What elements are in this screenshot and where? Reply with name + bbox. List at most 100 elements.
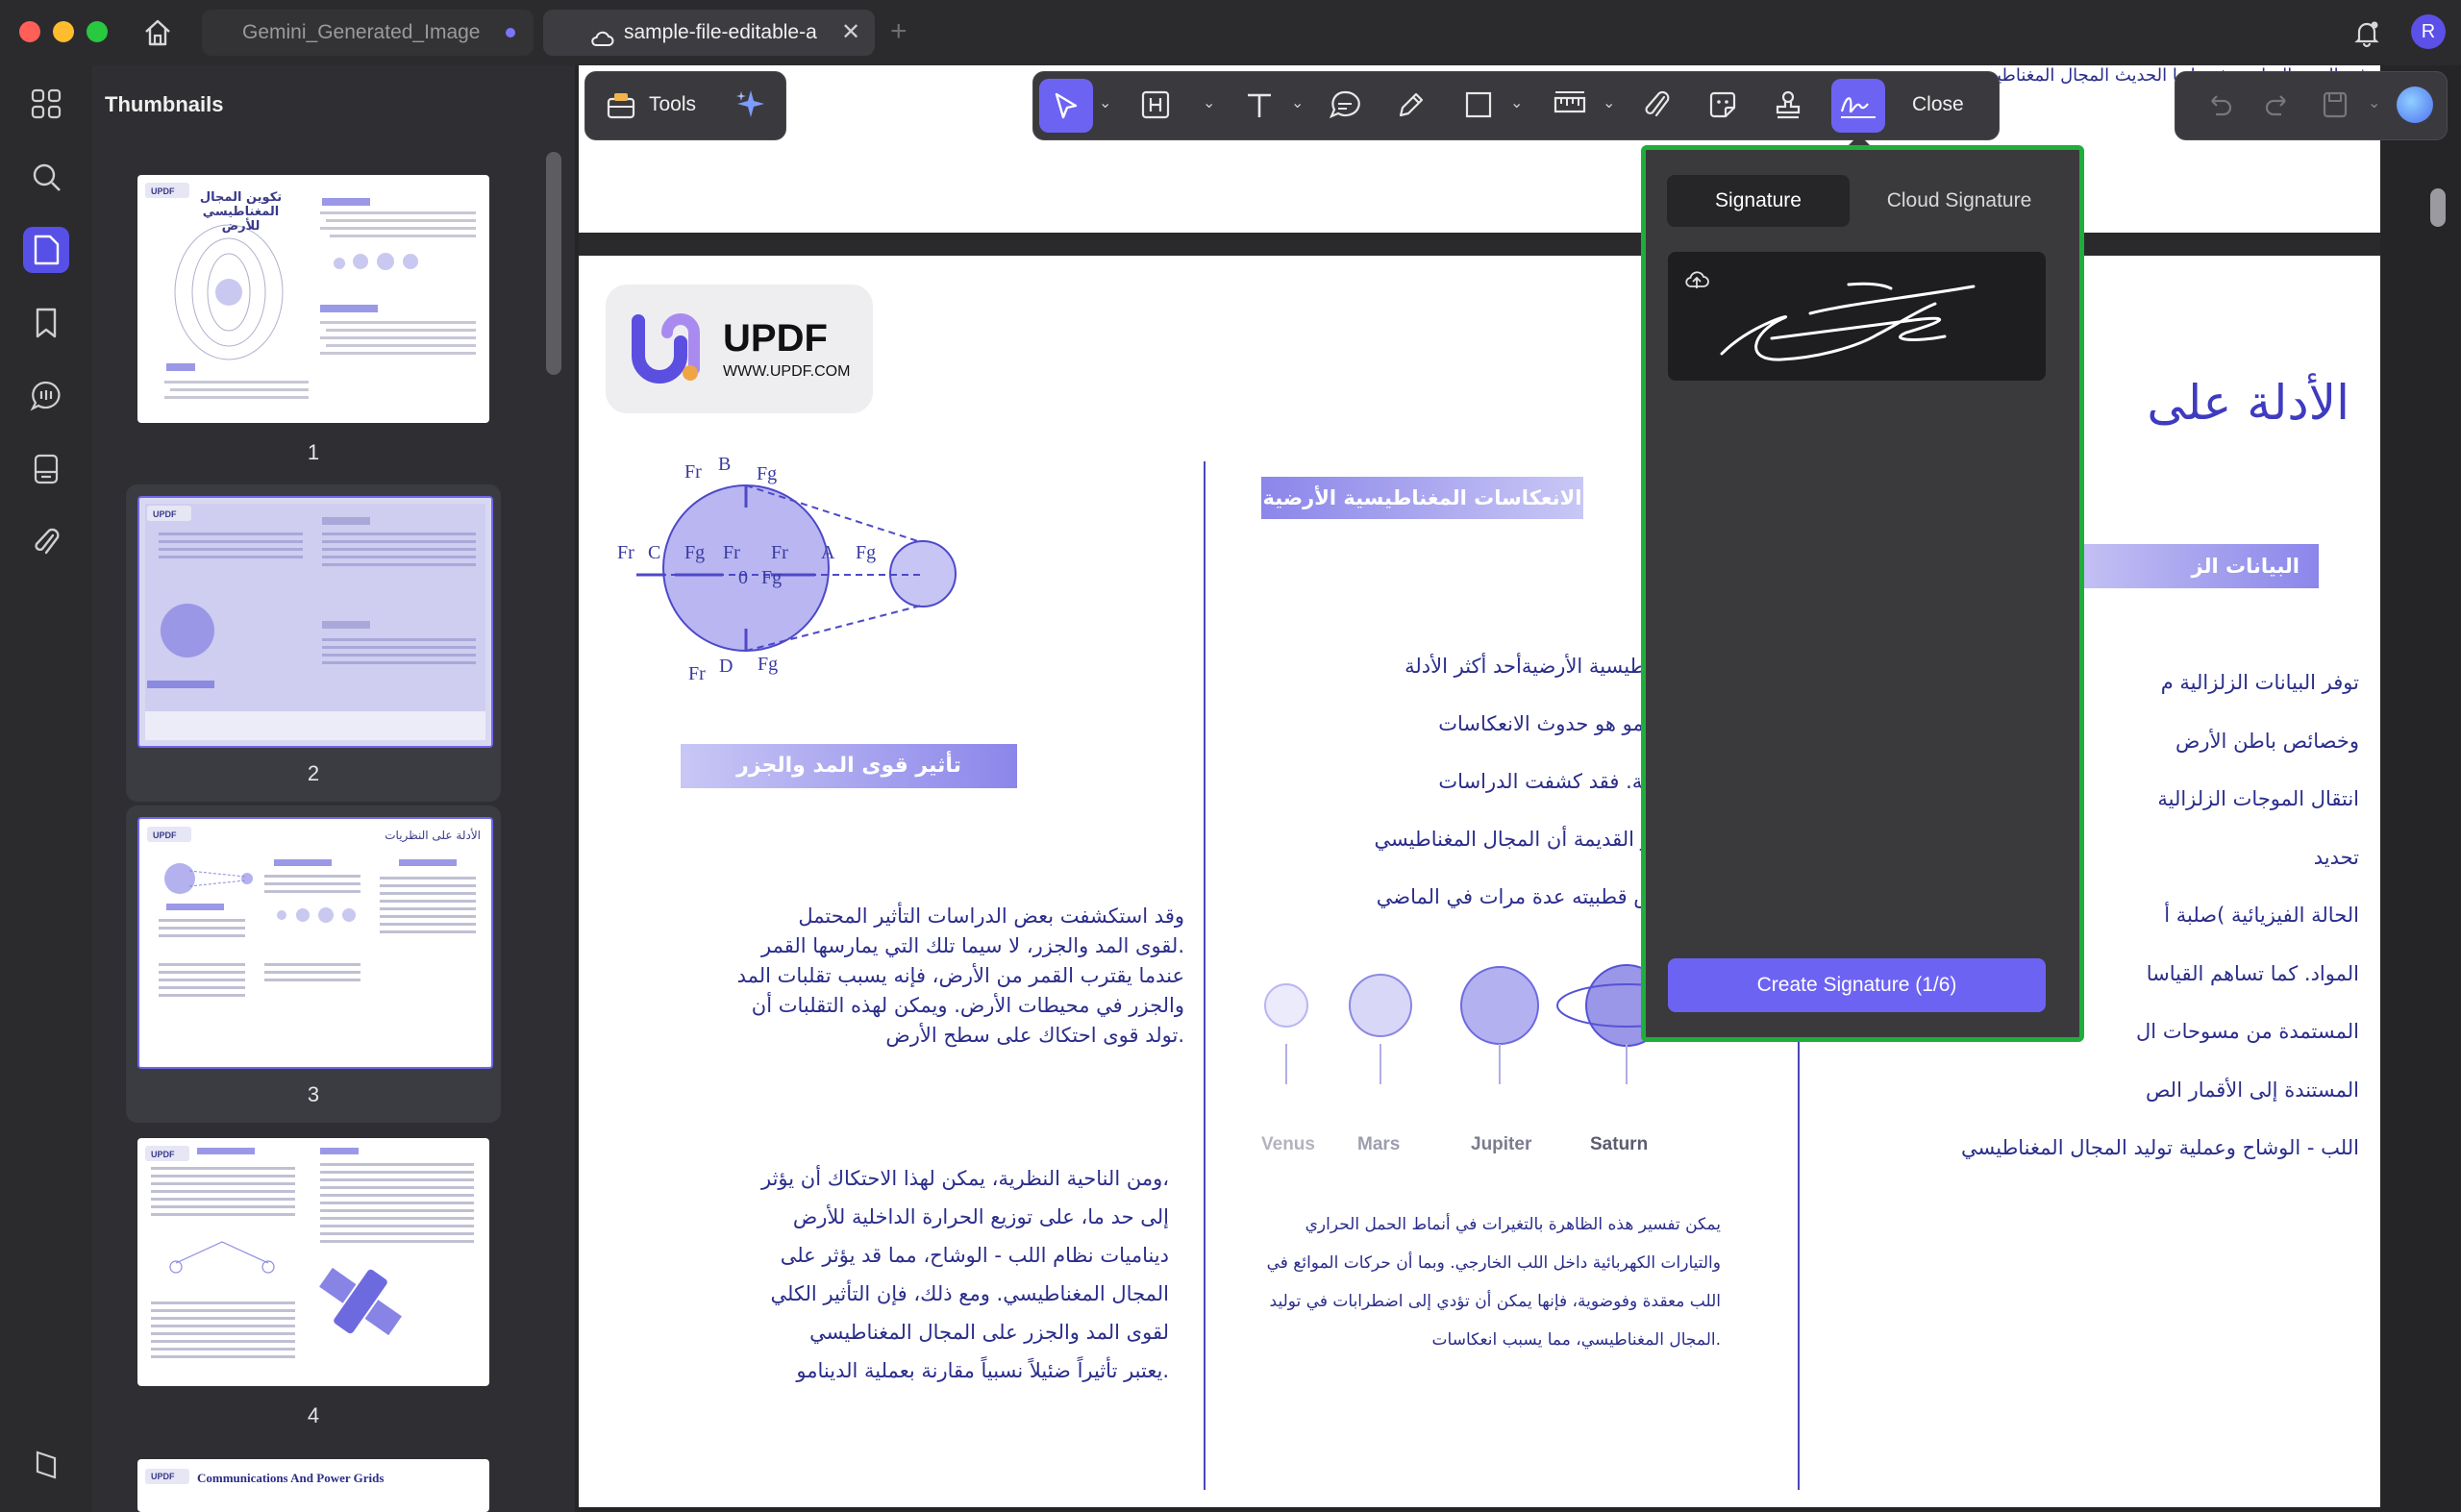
apps-grid-icon[interactable]: [23, 81, 69, 127]
ai-assistant-icon[interactable]: [2397, 87, 2433, 123]
text-line: اللب - الوشاح وعملية توليد المجال المغنا…: [1961, 1136, 2359, 1159]
svg-text:UPDF: UPDF: [153, 830, 177, 840]
diagram-label-fr: Fr: [723, 542, 740, 563]
tab-label: sample-file-editable-a: [624, 21, 817, 43]
thumbnail-page-4[interactable]: UPDF: [137, 1138, 489, 1386]
stamp-icon[interactable]: [1772, 88, 1804, 126]
comment-icon[interactable]: [1328, 88, 1362, 126]
diagram-label-fr: Fr: [771, 542, 788, 563]
chevron-down-icon[interactable]: ⌄: [1510, 93, 1523, 112]
layers-toggle-icon[interactable]: [23, 1442, 69, 1488]
ai-sparkle-icon[interactable]: [733, 87, 768, 122]
comments-icon[interactable]: [23, 373, 69, 419]
signature-tool-button[interactable]: [1831, 79, 1885, 133]
close-toolbar-button[interactable]: Close: [1912, 93, 1964, 116]
chevron-down-icon[interactable]: ⌄: [1603, 93, 1615, 112]
text-line: .تولد قوى احتكاك على سطح الأرض: [885, 1024, 1184, 1047]
svg-text:UPDF: UPDF: [151, 186, 175, 196]
tab-cloud-signature[interactable]: Cloud Signature: [1859, 175, 2059, 227]
document-icon[interactable]: [23, 446, 69, 492]
chevron-down-icon[interactable]: ⌄: [2368, 93, 2380, 112]
thumbnails-icon[interactable]: [23, 227, 69, 273]
attach-file-icon[interactable]: [1641, 88, 1674, 126]
thumbnail-page-number: 2: [307, 761, 320, 785]
text-box-icon[interactable]: [1139, 88, 1172, 126]
saved-signature-card[interactable]: [1668, 252, 2046, 381]
user-avatar[interactable]: R: [2411, 14, 2446, 49]
text-line: ،ومن الناحية النظرية، يمكن لهذا الاحتكاك…: [760, 1167, 1169, 1190]
tools-label[interactable]: Tools: [649, 93, 696, 116]
chevron-down-icon[interactable]: ⌄: [1099, 93, 1111, 112]
tab-close-icon[interactable]: ✕: [841, 10, 860, 56]
svg-text:UPDF: UPDF: [153, 509, 177, 519]
tidal-heading: تأثير قوى المد والجزر: [681, 744, 1017, 788]
tab-label: Gemini_Generated_Image: [242, 21, 481, 43]
search-icon[interactable]: [23, 154, 69, 200]
thumbnail-page-3[interactable]: UPDF الأدلة على النظريات: [137, 817, 493, 1069]
updf-logo: UPDF WWW.UPDF.COM: [606, 285, 873, 413]
tab-signature[interactable]: Signature: [1667, 175, 1850, 227]
bookmark-icon[interactable]: [23, 300, 69, 346]
cloud-icon: [589, 21, 614, 46]
chevron-down-icon[interactable]: ⌄: [1203, 93, 1215, 112]
annotation-toolbar: ⌄ ⌄ ⌄ ⌄ ⌄ Close: [1032, 71, 2000, 140]
text-line: ديناميات نظام اللب - الوشاح، مما قد يؤثر…: [780, 1244, 1169, 1267]
text-line: المستندة إلى الأقمار الص: [2145, 1078, 2359, 1102]
text-line: والتيارات الكهربائية داخل اللب الخارجي. …: [1266, 1253, 1721, 1273]
text-line: إلى حد ما، على توزيع الحرارة الداخلية لل…: [792, 1205, 1169, 1228]
text-line: .لقوى المد والجزر، لا سيما تلك التي يمار…: [760, 934, 1184, 957]
text-line: وقد استكشفت بعض الدراسات التأثير المحتمل: [798, 905, 1184, 928]
thumbnail-page-5[interactable]: UPDF Communications And Power Grids: [137, 1459, 489, 1512]
thumbnail-page-number: 1: [307, 440, 320, 464]
toolbox-icon[interactable]: [605, 88, 637, 121]
thumbnail-page-2[interactable]: UPDF: [137, 496, 493, 748]
redo-icon[interactable]: [2262, 89, 2293, 125]
thumbnail-heading: Communications And Power Grids: [197, 1471, 385, 1485]
planet-label-saturn: Saturn: [1590, 1134, 1649, 1154]
pencil-icon[interactable]: [1395, 88, 1428, 126]
attachment-icon[interactable]: [23, 519, 69, 565]
cloud-upload-icon[interactable]: [1683, 267, 1710, 297]
rectangle-icon[interactable]: [1462, 88, 1495, 126]
thumbnail-page-number: 4: [307, 1403, 320, 1427]
tidal-paragraph-1: وقد استكشفت بعض الدراسات التأثير المحتمل…: [675, 902, 1184, 1051]
diagram-label-b: B: [718, 454, 732, 475]
column-divider: [1204, 461, 1206, 1490]
diagram-label-fr: Fr: [617, 542, 634, 563]
text-tool-icon[interactable]: [1243, 88, 1276, 126]
minimize-window-button[interactable]: [53, 21, 74, 42]
measure-ruler-icon[interactable]: [1553, 88, 1587, 126]
notification-bell-icon[interactable]: [2351, 17, 2382, 48]
chevron-down-icon[interactable]: ⌄: [1291, 93, 1304, 112]
diagram-label-fg: Fg: [758, 654, 779, 675]
signature-image: [1720, 282, 1976, 361]
logo-name: UPDF: [723, 317, 828, 359]
thumbnail-page-1[interactable]: UPDF تكوين المجال المغناطيسي للأرض: [137, 175, 489, 423]
svg-text:UPDF: UPDF: [151, 1150, 175, 1159]
left-tool-rail: [0, 65, 93, 1512]
undo-icon[interactable]: [2204, 89, 2235, 125]
sticker-icon[interactable]: [1706, 88, 1739, 126]
planet-label-venus: Venus: [1261, 1134, 1315, 1154]
home-icon[interactable]: [140, 15, 175, 50]
diagram-label-fr: Fr: [688, 663, 706, 684]
document-scrollbar[interactable]: [2430, 188, 2446, 227]
tidal-paragraph-2: ،ومن الناحية النظرية، يمكن لهذا الاحتكاك…: [675, 1159, 1169, 1390]
reversal-heading: الانعكاسات المغناطيسية الأرضية: [1261, 477, 1583, 519]
create-signature-button[interactable]: Create Signature (1/6): [1668, 958, 2046, 1012]
diagram-label-d: D: [719, 656, 733, 677]
unsaved-dot-icon: [506, 28, 515, 37]
thumbnails-scrollbar[interactable]: [546, 152, 561, 375]
tab-gemini-image[interactable]: Gemini_Generated_Image: [202, 10, 534, 56]
save-icon[interactable]: [2320, 89, 2350, 125]
close-window-button[interactable]: [19, 21, 40, 42]
tools-group: Tools: [584, 71, 786, 140]
zoom-window-button[interactable]: [87, 21, 108, 42]
select-tool-button[interactable]: [1039, 79, 1093, 133]
signature-panel: Signature Cloud Signature Create Signatu…: [1641, 145, 2084, 1042]
logo-url: WWW.UPDF.COM: [723, 363, 851, 380]
new-tab-button[interactable]: +: [890, 15, 907, 48]
tab-sample-file[interactable]: sample-file-editable-a ✕: [543, 10, 875, 56]
planet-label-jupiter: Jupiter: [1471, 1134, 1532, 1154]
bottom-paragraph: يمكن تفسير هذه الظاهرة بالتغيرات في أنما…: [1242, 1205, 1721, 1359]
